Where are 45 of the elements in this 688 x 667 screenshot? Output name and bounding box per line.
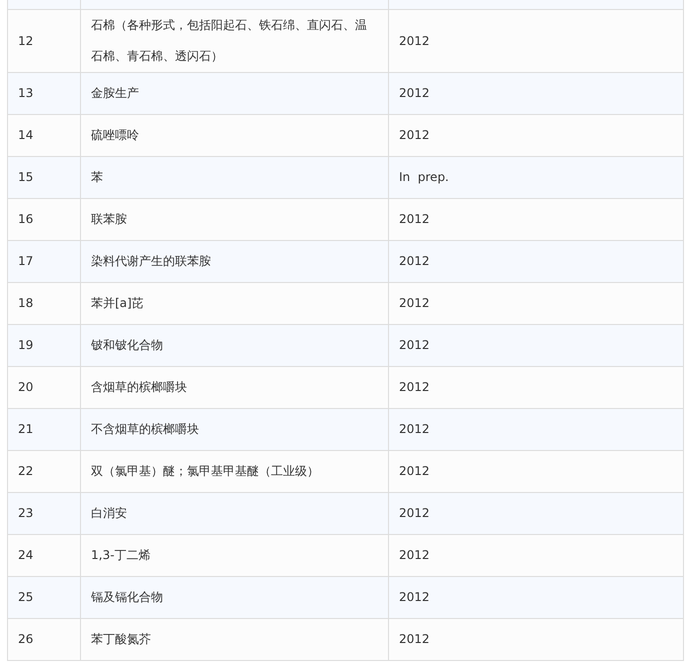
substance-name: 苯 — [91, 170, 103, 184]
row-number: 14 — [18, 128, 34, 142]
year: 2012 — [399, 34, 430, 48]
year: 2012 — [399, 254, 430, 268]
year: 2012 — [399, 632, 430, 646]
row-number: 24 — [18, 548, 34, 562]
substance-name: 联苯胺 — [91, 212, 127, 226]
row-number: 26 — [18, 632, 34, 646]
year: In prep. — [399, 170, 449, 184]
substance-name: 铍和铍化合物 — [91, 338, 163, 352]
year: 2012 — [399, 380, 430, 394]
substance-name: 金胺生产 — [91, 86, 139, 100]
substance-name: 苯丁酸氮芥 — [91, 632, 151, 646]
substance-name: 不含烟草的槟榔嚼块 — [91, 422, 199, 436]
substance-name: 白消安 — [91, 506, 127, 520]
substance-name: 1,3-丁二烯 — [91, 548, 150, 562]
row-number: 13 — [18, 86, 34, 100]
year: 2012 — [399, 506, 430, 520]
row-number: 25 — [18, 590, 34, 604]
substance-name: 双（氯甲基）醚；氯甲基甲基醚（工业级） — [91, 464, 319, 478]
row-number: 17 — [18, 254, 34, 268]
substance-name: 染料代谢产生的联苯胺 — [91, 254, 211, 268]
substance-name: 含烟草的槟榔嚼块 — [91, 380, 187, 394]
year: 2012 — [399, 86, 430, 100]
row-number: 16 — [18, 212, 34, 226]
row-number: 20 — [18, 380, 34, 394]
row-number: 15 — [18, 170, 34, 184]
year: 2012 — [399, 212, 430, 226]
year: 2012 — [399, 548, 430, 562]
year: 2012 — [399, 590, 430, 604]
row-number: 18 — [18, 296, 34, 310]
year: 2012 — [399, 338, 430, 352]
year: 2012 — [399, 296, 430, 310]
row-number: 21 — [18, 422, 34, 436]
row-number: 12 — [18, 34, 34, 48]
substance-name: 苯并[a]芘 — [91, 296, 144, 310]
year: 2012 — [399, 464, 430, 478]
year: 2012 — [399, 128, 430, 142]
substance-name: 石棉（各种形式，包括阳起石、铁石绵、直闪石、温石棉、青石棉、透闪石） — [91, 18, 367, 63]
row-number: 23 — [18, 506, 34, 520]
substance-name: 硫唑嘌呤 — [91, 128, 139, 142]
year: 2012 — [399, 422, 430, 436]
substance-name: 镉及镉化合物 — [91, 590, 163, 604]
row-number: 19 — [18, 338, 34, 352]
row-number: 22 — [18, 464, 34, 478]
